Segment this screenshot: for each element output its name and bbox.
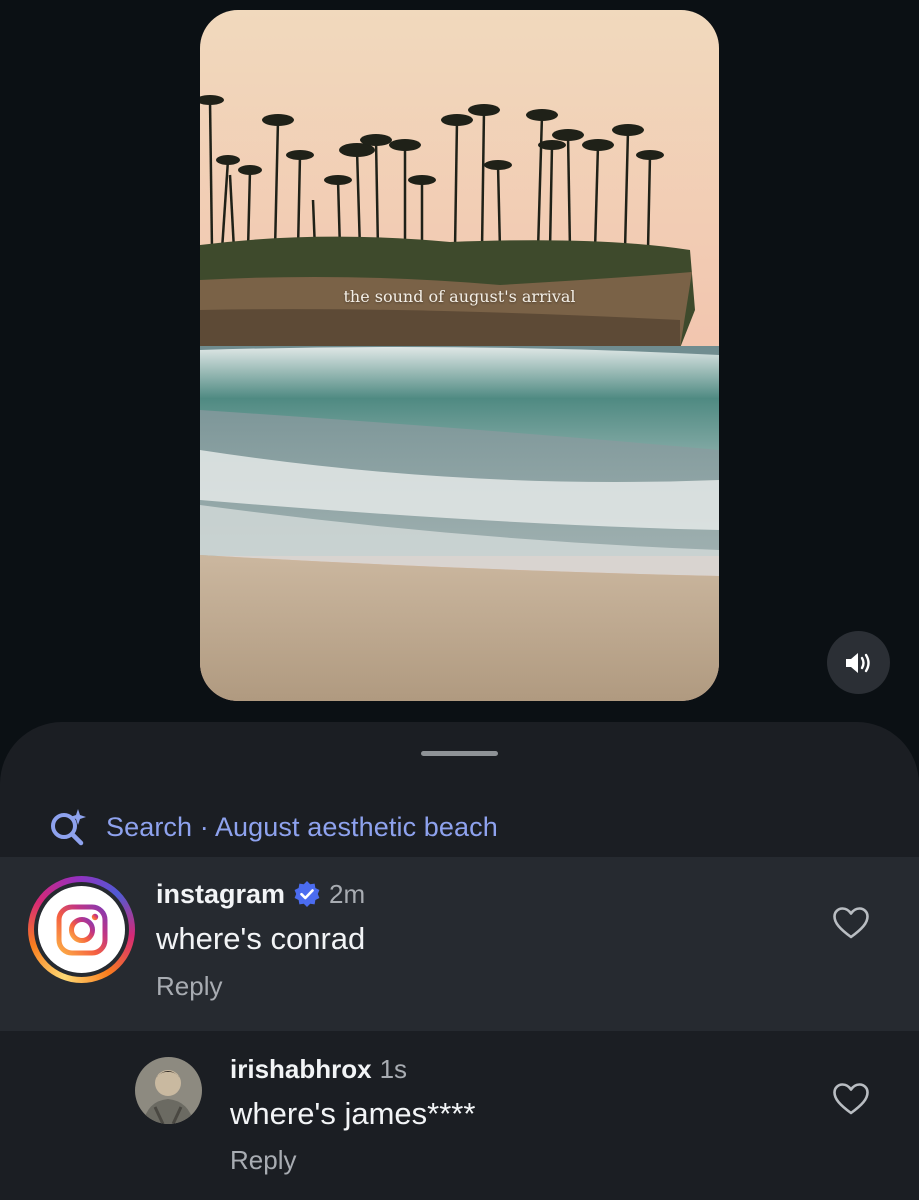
comment-header: instagram 2m xyxy=(156,876,365,912)
related-search-link[interactable]: Search · August aesthetic beach xyxy=(48,807,498,847)
comment-text: where's conrad xyxy=(156,921,366,956)
reply-button[interactable]: Reply xyxy=(156,971,222,1002)
comment-username[interactable]: irishabhrox xyxy=(230,1054,372,1085)
avatar-instagram[interactable] xyxy=(28,876,135,983)
instagram-logo-icon xyxy=(56,904,107,955)
drag-handle[interactable] xyxy=(421,751,498,756)
like-heart-icon[interactable] xyxy=(832,1082,870,1116)
comment-header: irishabhrox 1s xyxy=(230,1051,407,1087)
comment-text: where's james**** xyxy=(230,1096,476,1131)
reply-button[interactable]: Reply xyxy=(230,1145,296,1176)
comment-timestamp: 1s xyxy=(379,1053,408,1084)
like-heart-icon[interactable] xyxy=(832,906,870,940)
reel-video[interactable]: the sound of august's arrival xyxy=(200,10,719,701)
related-search-label: Search · August aesthetic beach xyxy=(106,811,498,842)
user-photo-avatar xyxy=(135,1057,202,1124)
speaker-volume-icon xyxy=(845,652,870,673)
avatar-irishabhrox[interactable] xyxy=(135,1057,202,1124)
verified-badge-icon xyxy=(294,881,320,907)
comment-timestamp: 2m xyxy=(329,878,366,909)
comment-row-highlighted xyxy=(0,857,919,1031)
sound-toggle-button[interactable] xyxy=(827,631,890,694)
screen: the sound of august's arrival Search · A… xyxy=(0,0,919,1200)
comment-username[interactable]: instagram xyxy=(156,879,285,910)
search-sparkle-icon xyxy=(51,809,86,846)
beach-video-frame xyxy=(200,10,719,701)
video-caption: the sound of august's arrival xyxy=(343,287,576,306)
